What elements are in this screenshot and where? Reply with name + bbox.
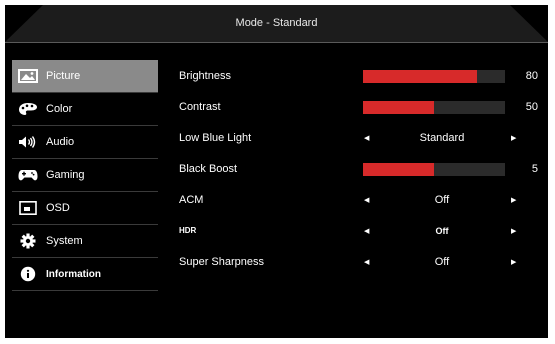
arrow-left-icon[interactable]: ◀ xyxy=(364,227,369,235)
brightness-row[interactable]: Brightness 80 xyxy=(172,60,542,91)
sidebar-item-label: Picture xyxy=(46,70,81,82)
osd-window-icon xyxy=(14,192,42,224)
brightness-fill xyxy=(363,70,477,83)
black-boost-label: Black Boost xyxy=(179,162,238,175)
settings-panel: Brightness 80 Contrast 50 Low Blue Light… xyxy=(172,60,542,277)
arrow-left-icon[interactable]: ◀ xyxy=(364,196,369,204)
acm-row[interactable]: ACM ◀ Off ▶ xyxy=(172,184,542,215)
osd-header: Mode - Standard xyxy=(5,5,548,43)
picture-icon xyxy=(14,60,42,92)
super-sharpness-value: Off xyxy=(434,255,450,268)
contrast-value: 50 xyxy=(525,100,538,113)
sidebar: Picture Color Audio Gaming OSD System In… xyxy=(12,60,158,291)
black-boost-value: 5 xyxy=(531,162,538,175)
sidebar-item-audio[interactable]: Audio xyxy=(12,126,158,159)
arrow-left-icon[interactable]: ◀ xyxy=(364,134,369,142)
sidebar-item-label: Information xyxy=(46,268,101,280)
mode-title: Mode - Standard xyxy=(235,17,318,29)
arrow-right-icon[interactable]: ▶ xyxy=(511,196,516,204)
super-sharpness-label: Super Sharpness xyxy=(179,255,264,268)
super-sharpness-row[interactable]: Super Sharpness ◀ Off ▶ xyxy=(172,246,542,277)
contrast-label: Contrast xyxy=(179,100,221,113)
low-blue-light-label: Low Blue Light xyxy=(179,131,252,144)
hdr-label: HDR xyxy=(179,226,197,235)
hdr-value: Off xyxy=(435,225,449,236)
brightness-label: Brightness xyxy=(179,69,231,82)
palette-icon xyxy=(14,93,42,125)
sidebar-item-label: OSD xyxy=(46,202,70,214)
sidebar-item-label: Color xyxy=(46,103,73,115)
arrow-right-icon[interactable]: ▶ xyxy=(511,258,516,266)
sidebar-item-osd[interactable]: OSD xyxy=(12,192,158,225)
sidebar-item-label: System xyxy=(46,235,83,247)
brightness-value: 80 xyxy=(525,69,538,82)
speaker-icon xyxy=(14,126,42,158)
acm-label: ACM xyxy=(179,193,204,206)
low-blue-light-row[interactable]: Low Blue Light ◀ Standard ▶ xyxy=(172,122,542,153)
gamepad-icon xyxy=(14,159,42,191)
hdr-row[interactable]: HDR ◀ Off ▶ xyxy=(172,215,542,246)
arrow-right-icon[interactable]: ▶ xyxy=(511,227,516,235)
info-icon xyxy=(14,258,42,290)
contrast-slider[interactable] xyxy=(363,101,505,114)
sidebar-item-color[interactable]: Color xyxy=(12,93,158,126)
contrast-row[interactable]: Contrast 50 xyxy=(172,91,542,122)
black-boost-slider[interactable] xyxy=(363,163,505,176)
sidebar-item-picture[interactable]: Picture xyxy=(12,60,158,93)
black-boost-fill xyxy=(363,163,434,176)
black-boost-row[interactable]: Black Boost 5 xyxy=(172,153,542,184)
arrow-left-icon[interactable]: ◀ xyxy=(364,258,369,266)
sidebar-item-label: Gaming xyxy=(46,169,85,181)
arrow-right-icon[interactable]: ▶ xyxy=(511,134,516,142)
contrast-fill xyxy=(363,101,434,114)
osd-menu: Mode - Standard Picture Color Audio Gami… xyxy=(5,5,548,338)
sidebar-item-label: Audio xyxy=(46,136,75,148)
sidebar-item-gaming[interactable]: Gaming xyxy=(12,159,158,192)
gear-icon xyxy=(14,225,42,257)
brightness-slider[interactable] xyxy=(363,70,505,83)
acm-value: Off xyxy=(434,193,450,206)
sidebar-item-system[interactable]: System xyxy=(12,225,158,258)
low-blue-light-value: Standard xyxy=(419,131,465,144)
sidebar-item-information[interactable]: Information xyxy=(12,258,158,291)
